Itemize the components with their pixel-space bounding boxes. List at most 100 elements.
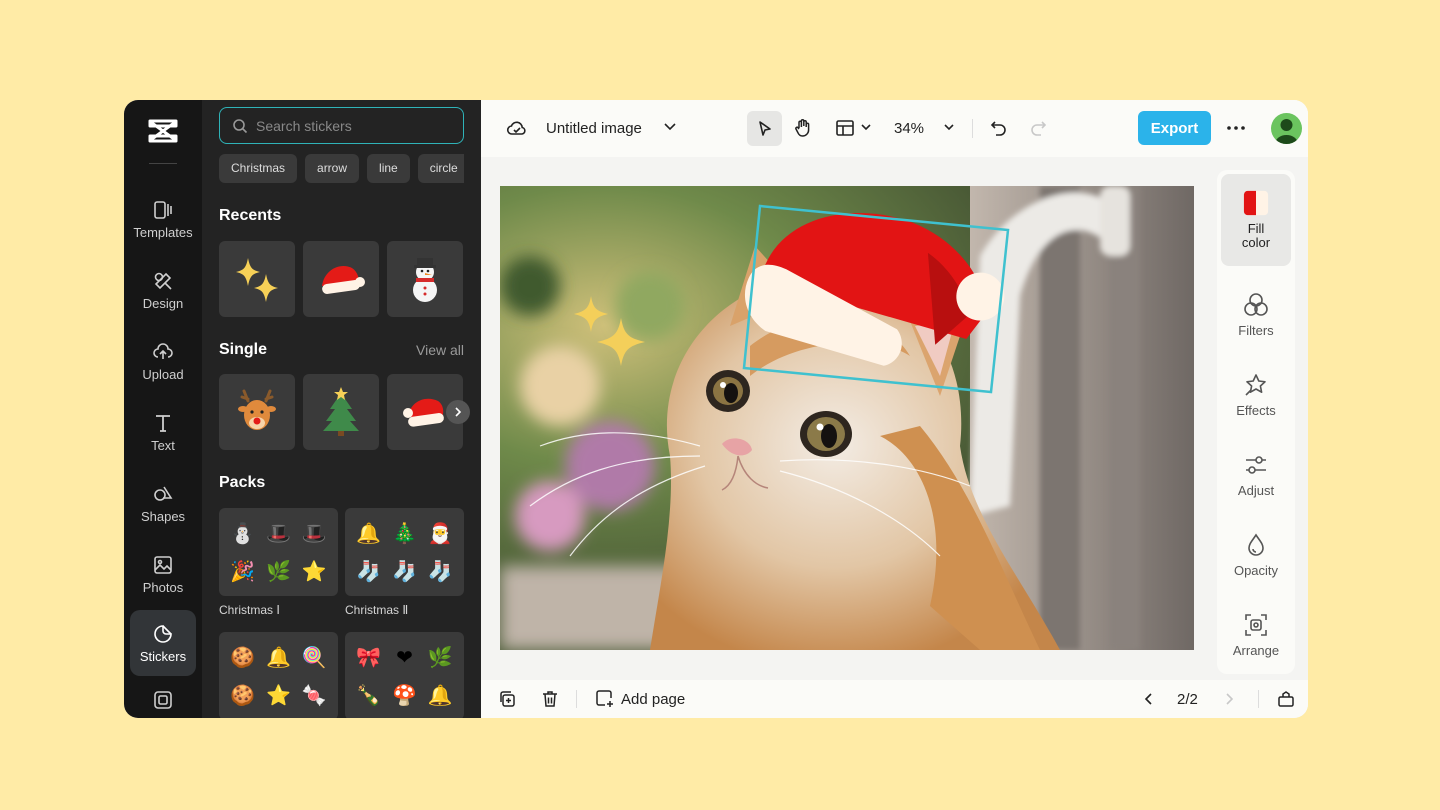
layout-icon [836, 120, 854, 136]
santa-hat-sticker-icon [403, 398, 444, 427]
pack-christmas-2[interactable]: 🔔 🎄 🎅 🧦 🧦 🧦 [345, 508, 464, 596]
trash-icon [543, 691, 557, 707]
properties-panel: Fill color Filters Effects Adjust Opacit… [1217, 170, 1295, 674]
carousel-next-button[interactable] [446, 400, 470, 424]
shapes-icon [154, 486, 173, 501]
pack-3[interactable]: 🍪 🔔 🍭 🍪 ⭐ 🍬 [219, 632, 338, 718]
cat-photo[interactable] [500, 186, 1194, 650]
upload-icon [153, 342, 173, 359]
filters-icon [1244, 293, 1268, 316]
chevron-left-icon [1144, 693, 1152, 705]
panel-toggle-icon [1278, 691, 1294, 707]
effects-button[interactable]: Effects [1221, 358, 1291, 432]
design-canvas[interactable] [500, 186, 1194, 650]
sticker-snowman[interactable] [387, 241, 463, 317]
adjust-icon [1246, 456, 1266, 474]
pointer-icon [758, 120, 771, 136]
add-page-button[interactable]: Add page [595, 680, 685, 718]
rail-item-stickers[interactable]: Stickers [130, 610, 196, 676]
page-panel-toggle[interactable] [1277, 680, 1295, 718]
toolbar-divider [972, 119, 973, 138]
rail-item-templates[interactable]: Templates [130, 186, 196, 252]
pack-sticker: 🍄 [392, 684, 417, 707]
pack-sticker: 🍪 [230, 646, 256, 669]
next-page-button[interactable] [1223, 680, 1235, 718]
rail-item-upload[interactable]: Upload [130, 328, 196, 394]
sticker-sparkles[interactable] [219, 241, 295, 317]
pack-4[interactable]: 🎀 ❤ 🌿 🍾 🍄 🔔 [345, 632, 464, 718]
title-dropdown-button[interactable] [663, 122, 677, 132]
chip-christmas[interactable]: Christmas [219, 154, 298, 183]
rail-label: Text [151, 437, 175, 453]
bottom-toolbar: Add page 2/2 [481, 680, 1308, 718]
pack-sticker: 🍬 [301, 684, 327, 707]
chip-line[interactable]: line [367, 154, 410, 183]
user-icon [1275, 119, 1298, 144]
filters-button[interactable]: Filters [1221, 278, 1291, 352]
fill-color-button[interactable]: Fill color [1221, 174, 1291, 266]
export-button[interactable]: Export [1138, 111, 1211, 145]
fill-color-icon [1243, 190, 1269, 216]
editor-main: Untitled image 34% Export Fill color Fil… [481, 100, 1308, 718]
pack-sticker: 🔔 [427, 684, 453, 707]
top-toolbar: Untitled image 34% Export [481, 100, 1308, 157]
zoom-level[interactable]: 34% [894, 120, 924, 137]
hand-tool-button[interactable] [793, 118, 813, 138]
pack-sticker: 🎀 [356, 646, 382, 669]
effects-icon [1245, 374, 1266, 396]
text-icon [156, 414, 170, 432]
document-title[interactable]: Untitled image [546, 120, 642, 137]
rail-item-design[interactable]: Design [130, 257, 196, 323]
capcut-logo-icon[interactable] [147, 118, 179, 144]
pack-sticker: 🔔 [356, 522, 382, 545]
frame-icon [154, 691, 172, 709]
duplicate-icon [500, 691, 515, 707]
duplicate-page-button[interactable] [498, 680, 516, 718]
rail-divider [149, 163, 177, 164]
search-input[interactable]: Search stickers [219, 107, 464, 144]
zoom-dropdown-button[interactable] [943, 123, 955, 132]
adjust-button[interactable]: Adjust [1221, 438, 1291, 512]
pack-sticker: 🔔 [266, 646, 291, 669]
sparkles-sticker-icon [236, 258, 278, 302]
sticker-santa-hat[interactable] [303, 241, 379, 317]
chip-arrow[interactable]: arrow [305, 154, 360, 183]
more-options-button[interactable] [1227, 126, 1245, 130]
user-avatar[interactable] [1271, 113, 1302, 144]
pack-sticker: ⭐ [266, 684, 291, 707]
more-horizontal-icon [1227, 126, 1245, 130]
chevron-down-icon [861, 124, 871, 131]
pack-sticker: 🎩 [266, 522, 291, 545]
left-rail: Templates Design Upload Text Shapes Phot… [124, 100, 202, 718]
pack-sticker: 🧦 [356, 560, 382, 583]
pack-sticker: 🍪 [230, 684, 256, 707]
chip-circle[interactable]: circle [417, 154, 464, 183]
opacity-button[interactable]: Opacity [1221, 518, 1291, 592]
cloud-save-button[interactable] [506, 118, 528, 138]
arrange-button[interactable]: Arrange [1221, 598, 1291, 672]
opacity-icon [1248, 533, 1264, 556]
redo-button[interactable] [1029, 119, 1047, 137]
chevron-down-icon [944, 124, 954, 131]
page-indicator: 2/2 [1177, 690, 1198, 708]
rail-item-photos[interactable]: Photos [130, 541, 196, 607]
previous-page-button[interactable] [1143, 680, 1155, 718]
rail-item-shapes[interactable]: Shapes [130, 470, 196, 536]
sticker-reindeer[interactable] [219, 374, 295, 450]
layout-dropdown-button[interactable] [860, 123, 872, 132]
select-tool-button[interactable] [747, 111, 782, 146]
pack-christmas-1[interactable]: ⛄ 🎩 🎩 🎉 🌿 ⭐ [219, 508, 338, 596]
effects-label: Effects [1236, 403, 1276, 418]
sticker-christmas-tree[interactable] [303, 374, 379, 450]
pack-sticker: 🌿 [266, 560, 291, 583]
delete-page-button[interactable] [541, 680, 559, 718]
rail-label: Shapes [140, 508, 186, 524]
undo-button[interactable] [990, 119, 1008, 137]
view-all-link[interactable]: View all [416, 342, 464, 358]
layout-button[interactable] [835, 119, 855, 137]
rail-item-text[interactable]: Text [130, 399, 196, 465]
rail-label: Templates [133, 224, 193, 240]
chevron-down-icon [664, 123, 676, 131]
reindeer-sticker-icon [238, 389, 276, 430]
rail-item-more[interactable] [130, 678, 196, 718]
